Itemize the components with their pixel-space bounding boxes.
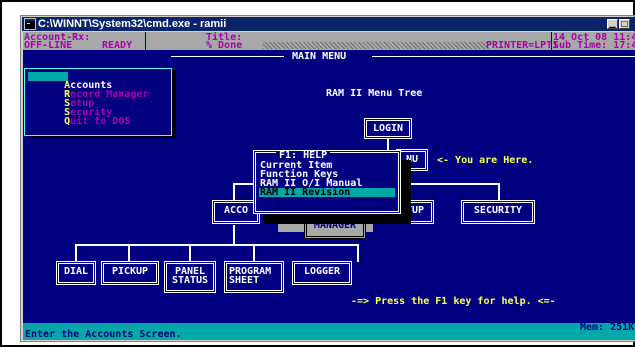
ready-state: READY [102,40,133,51]
help-popup-title: F1: HELP [276,151,331,161]
window-title: C:\WINNT\System32\cmd.exe - ramii [38,18,227,30]
menu-item-label: uit to DOS [70,116,131,127]
heading-rule [372,56,635,57]
tree-node-program-sheet: PROGRAM SHEET [224,261,284,293]
progress-pattern [263,42,489,49]
tree-connector [75,244,359,246]
tree-node-dial: DIAL [56,261,96,285]
tree-connector [233,225,235,245]
help-popup[interactable]: F1: HELP Current Item Function Keys RAM … [253,150,401,214]
tree-node-pickup: PICKUP [101,261,159,285]
window-titlebar[interactable]: C:\WINNT\System32\cmd.exe - ramii ▁ □ [22,17,635,31]
tree-connector [253,244,255,262]
tree-node-label: ACCO [223,205,249,216]
memory-readout: Mem: 251K [580,322,635,333]
main-menu-heading: MAIN MENU [292,51,347,62]
maximize-button[interactable]: □ [619,19,630,29]
tree-node-label: LOGGER [303,266,341,277]
tree-connector [498,183,500,201]
heading-rule [171,56,284,57]
tree-title: RAM II Menu Tree [326,88,423,99]
status-message: Enter the Accounts Screen. [25,323,555,340]
printer-label: PRINTER=LPT1 [486,40,559,51]
tree-node-label: STATUS [171,275,209,286]
tree-node-label: DIAL [63,266,89,277]
tree-node-label: LOGIN [372,123,404,134]
menu-item-quit[interactable]: Quit to DOS [28,108,130,135]
minimize-icon: ▁ [609,19,616,28]
cmd-icon [24,18,36,30]
status-bar: Enter the Accounts Screen. Mem: 251K [23,323,635,340]
sub-time: Sub Time: 17:44 [553,40,635,51]
tree-connector [357,244,359,262]
help-hint: -=> Press the F1 key for help. <=- [351,296,556,307]
tree-node-logger: LOGGER [292,261,352,285]
minimize-button[interactable]: ▁ [607,19,618,29]
main-menu-list: Accounts Record Manager Setup Security Q… [24,68,172,136]
maximize-icon: □ [620,19,629,28]
help-item-revision[interactable]: RAM II Revision [259,188,395,198]
menu-item-accounts[interactable]: Accounts [28,72,112,91]
connection-state: OFF-LINE [24,40,73,51]
tree-node-label: SHEET [229,275,260,286]
tree-connector [189,244,191,262]
tree-connector [233,183,235,201]
header-divider [145,32,146,50]
tree-node-security: SECURITY [461,200,535,224]
tree-connector [128,244,130,262]
tree-node-login: LOGIN [364,118,412,139]
tree-node-label: PICKUP [111,266,149,277]
done-label: % Done [206,40,243,51]
tree-connector [75,244,77,262]
console-screen[interactable]: Account-Rx: OFF-LINE READY Title: % Done… [23,32,635,340]
tree-node-label: SECURITY [473,205,523,216]
tree-node-panel-status: PANEL STATUS [164,261,216,293]
you-are-here-marker: <- You are Here. [437,155,534,166]
